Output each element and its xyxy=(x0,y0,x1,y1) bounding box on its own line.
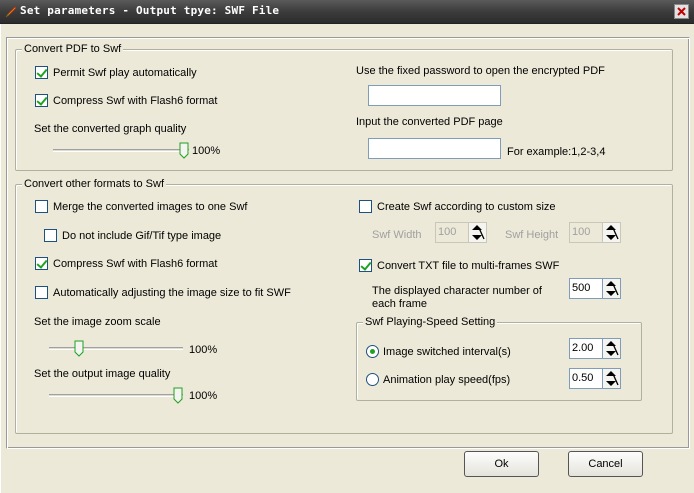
merge-images-label: Merge the converted images to one Swf xyxy=(53,201,248,213)
other-compress-flash6-label: Compress Swf with Flash6 format xyxy=(53,258,218,270)
swf-height-spin-button[interactable] xyxy=(602,222,621,243)
window-title: Set parameters - Output tpye: SWF File xyxy=(20,4,280,17)
title-bar[interactable]: Set parameters - Output tpye: SWF File xyxy=(0,0,694,24)
permit-auto-checkbox[interactable] xyxy=(35,66,48,79)
other-compress-flash6-checkbox[interactable] xyxy=(35,257,48,270)
txt-multiframe-label: Convert TXT file to multi-frames SWF xyxy=(377,260,560,272)
interval-spin-button[interactable] xyxy=(602,338,621,359)
slider-thumb-icon[interactable] xyxy=(173,387,183,404)
output-quality-slider[interactable] xyxy=(49,386,183,406)
zoom-scale-value: 100% xyxy=(189,344,218,356)
exclude-gif-tif-label: Do not include Gif/Tif type image xyxy=(62,230,222,242)
custom-size-checkbox[interactable] xyxy=(359,200,372,213)
spin-arrows-icon xyxy=(472,225,485,240)
spin-arrows-icon xyxy=(606,341,619,356)
txt-multiframe-checkbox[interactable] xyxy=(359,259,372,272)
close-icon xyxy=(677,7,686,16)
char-number-label: The displayed character number of each f… xyxy=(372,285,542,310)
output-quality-label: Set the output image quality xyxy=(34,368,171,380)
speed-group: Swf Playing-Speed Setting xyxy=(356,316,642,401)
fps-radio[interactable] xyxy=(366,373,379,386)
swf-width-spinner[interactable]: 100 xyxy=(435,222,487,243)
swf-width-value[interactable]: 100 xyxy=(435,222,468,243)
spin-arrows-icon xyxy=(606,371,619,386)
close-button[interactable] xyxy=(674,4,689,19)
pdf-compress-flash6-label: Compress Swf with Flash6 format xyxy=(53,95,218,107)
cancel-button[interactable]: Cancel xyxy=(568,451,643,477)
ok-button[interactable]: Ok xyxy=(464,451,539,477)
interval-label: Image switched interval(s) xyxy=(383,346,511,358)
exclude-gif-tif-checkbox[interactable] xyxy=(44,229,57,242)
pdf-page-example: For example:1,2-3,4 xyxy=(507,146,606,158)
merge-images-checkbox[interactable] xyxy=(35,200,48,213)
password-input[interactable] xyxy=(368,85,501,106)
graph-quality-value: 100% xyxy=(192,145,221,157)
swf-height-value[interactable]: 100 xyxy=(569,222,602,243)
char-number-value[interactable]: 500 xyxy=(569,278,602,299)
fps-value[interactable]: 0.50 xyxy=(569,368,602,389)
app-pen-icon xyxy=(4,5,18,19)
graph-quality-label: Set the converted graph quality xyxy=(34,123,187,135)
swf-height-label: Swf Height xyxy=(505,229,559,241)
permit-auto-label: Permit Swf play automatically xyxy=(53,67,197,79)
interval-value[interactable]: 2.00 xyxy=(569,338,602,359)
zoom-scale-slider[interactable] xyxy=(49,339,183,359)
zoom-scale-label: Set the image zoom scale xyxy=(34,316,161,328)
spin-arrows-icon xyxy=(606,281,619,296)
fps-spinner[interactable]: 0.50 xyxy=(569,368,621,389)
pdf-page-label: Input the converted PDF page xyxy=(356,116,503,128)
spin-arrows-icon xyxy=(606,225,619,240)
auto-adjust-label: Automatically adjusting the image size t… xyxy=(53,287,291,299)
swf-height-spinner[interactable]: 100 xyxy=(569,222,621,243)
interval-radio[interactable] xyxy=(366,345,379,358)
custom-size-label: Create Swf according to custom size xyxy=(377,201,556,213)
swf-width-spin-button[interactable] xyxy=(468,222,487,243)
output-quality-value: 100% xyxy=(189,390,218,402)
char-number-spinner[interactable]: 500 xyxy=(569,278,621,299)
password-label: Use the fixed password to open the encry… xyxy=(356,65,605,77)
speed-group-legend: Swf Playing-Speed Setting xyxy=(363,316,498,328)
fps-spin-button[interactable] xyxy=(602,368,621,389)
pdf-compress-flash6-checkbox[interactable] xyxy=(35,94,48,107)
slider-thumb-icon[interactable] xyxy=(179,142,189,159)
auto-adjust-checkbox[interactable] xyxy=(35,286,48,299)
dialog-body: Convert PDF to Swf Permit Swf play autom… xyxy=(0,24,694,493)
swf-width-label: Swf Width xyxy=(372,229,422,241)
pdf-group-legend: Convert PDF to Swf xyxy=(22,43,124,55)
pdf-page-input[interactable] xyxy=(368,138,501,159)
slider-thumb-icon[interactable] xyxy=(74,340,84,357)
char-number-spin-button[interactable] xyxy=(602,278,621,299)
fps-label: Animation play speed(fps) xyxy=(383,374,511,386)
graph-quality-slider[interactable] xyxy=(53,141,189,161)
interval-spinner[interactable]: 2.00 xyxy=(569,338,621,359)
other-formats-legend: Convert other formats to Swf xyxy=(22,178,166,190)
